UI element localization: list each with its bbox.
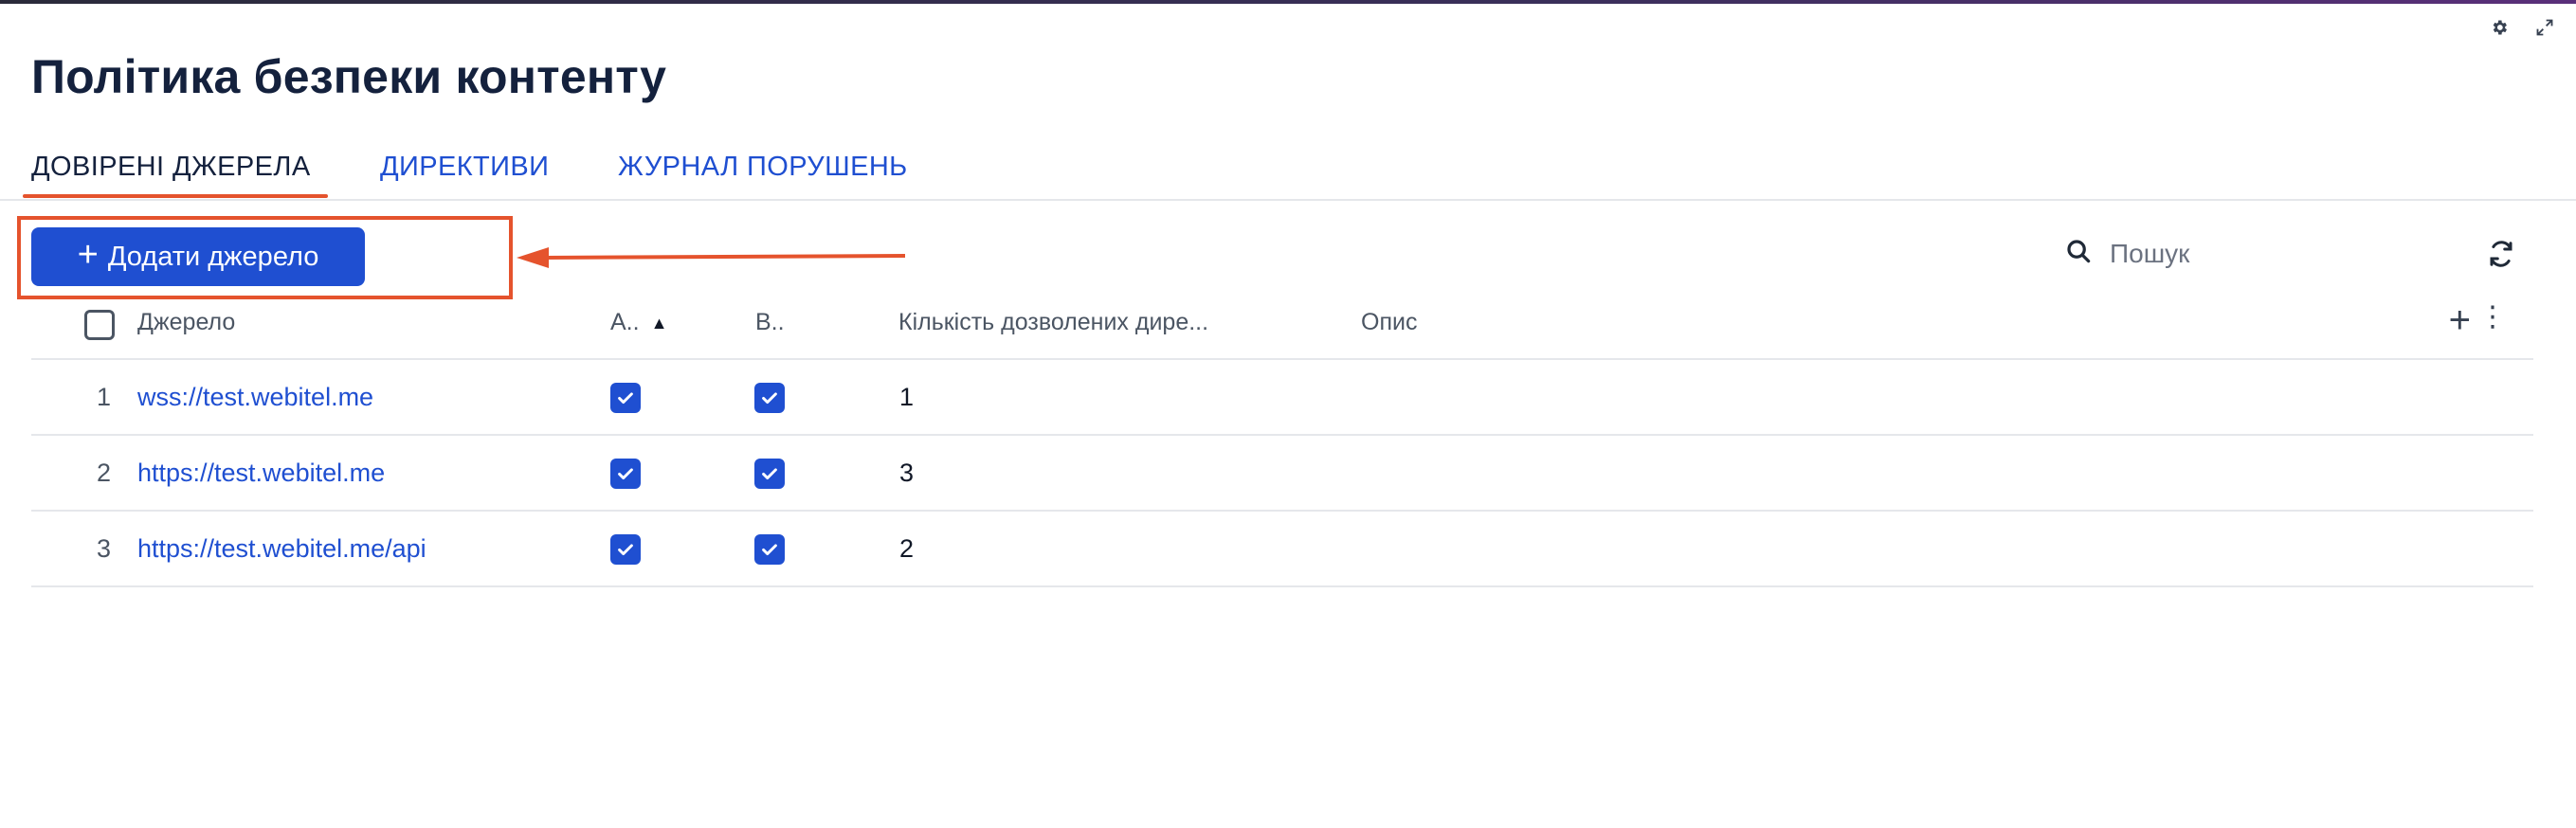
refresh-icon[interactable] (2487, 240, 2515, 268)
tab-trusted-sources[interactable]: ДОВІРЕНІ ДЖЕРЕЛА (31, 152, 311, 183)
sources-table: Джерело А.. ▲ В.. Кількість дозволених ди… (31, 296, 2533, 587)
search-box[interactable] (2064, 237, 2356, 270)
row-number: 3 (96, 534, 111, 563)
active-tab-indicator (23, 194, 328, 198)
expand-icon[interactable] (2534, 17, 2555, 38)
page-title: Політика безпеки контенту (31, 50, 667, 103)
source-link[interactable]: wss://test.webitel.me (137, 383, 373, 412)
row-number: 2 (96, 459, 111, 487)
checkbox-checked-icon[interactable] (754, 383, 785, 413)
sort-up-icon: ▲ (650, 313, 668, 333)
column-header-b[interactable]: В.. (755, 309, 785, 336)
checkbox-checked-icon[interactable] (754, 534, 785, 565)
table-row[interactable]: 1 wss://test.webitel.me 1 (31, 360, 2533, 436)
table-row[interactable]: 2 https://test.webitel.me 3 (31, 436, 2533, 512)
allowed-directives-count: 2 (899, 534, 915, 563)
source-link[interactable]: https://test.webitel.me (137, 459, 385, 488)
column-header-allowed-count[interactable]: Кількість дозволених дире... (898, 309, 1208, 336)
search-input[interactable] (2110, 238, 2356, 269)
select-all-checkbox[interactable] (84, 310, 115, 340)
allowed-directives-count: 1 (899, 383, 915, 411)
tab-violations-log[interactable]: ЖУРНАЛ ПОРУШЕНЬ (618, 152, 908, 183)
table-header: Джерело А.. ▲ В.. Кількість дозволених ди… (31, 296, 2533, 360)
source-link[interactable]: https://test.webitel.me/api (137, 534, 426, 564)
allowed-directives-count: 3 (899, 459, 915, 487)
gear-icon[interactable] (2489, 17, 2510, 38)
table-row[interactable]: 3 https://test.webitel.me/api 2 (31, 512, 2533, 587)
column-header-a-label: А.. (610, 309, 640, 335)
column-header-source[interactable]: Джерело (137, 309, 235, 336)
kebab-menu-icon[interactable]: ⋮ (2478, 303, 2507, 332)
checkbox-checked-icon[interactable] (610, 383, 641, 413)
checkbox-checked-icon[interactable] (754, 459, 785, 489)
add-column-plus-icon[interactable]: + (2449, 301, 2471, 339)
tab-bar: ДОВІРЕНІ ДЖЕРЕЛА ДИРЕКТИВИ ЖУРНАЛ ПОРУШЕ… (0, 142, 2576, 201)
column-header-description[interactable]: Опис (1361, 309, 1417, 336)
plus-icon: + (77, 235, 99, 275)
checkbox-checked-icon[interactable] (610, 459, 641, 489)
annotation-arrow (517, 247, 905, 268)
row-number: 1 (96, 383, 111, 411)
tab-directives[interactable]: ДИРЕКТИВИ (380, 152, 549, 183)
add-source-label: Додати джерело (107, 241, 319, 272)
window-controls (2489, 17, 2555, 38)
top-gradient-strip (0, 0, 2576, 4)
column-header-a[interactable]: А.. ▲ (610, 309, 667, 336)
checkbox-checked-icon[interactable] (610, 534, 641, 565)
search-icon (2064, 237, 2093, 270)
add-source-button[interactable]: + Додати джерело (31, 227, 365, 286)
